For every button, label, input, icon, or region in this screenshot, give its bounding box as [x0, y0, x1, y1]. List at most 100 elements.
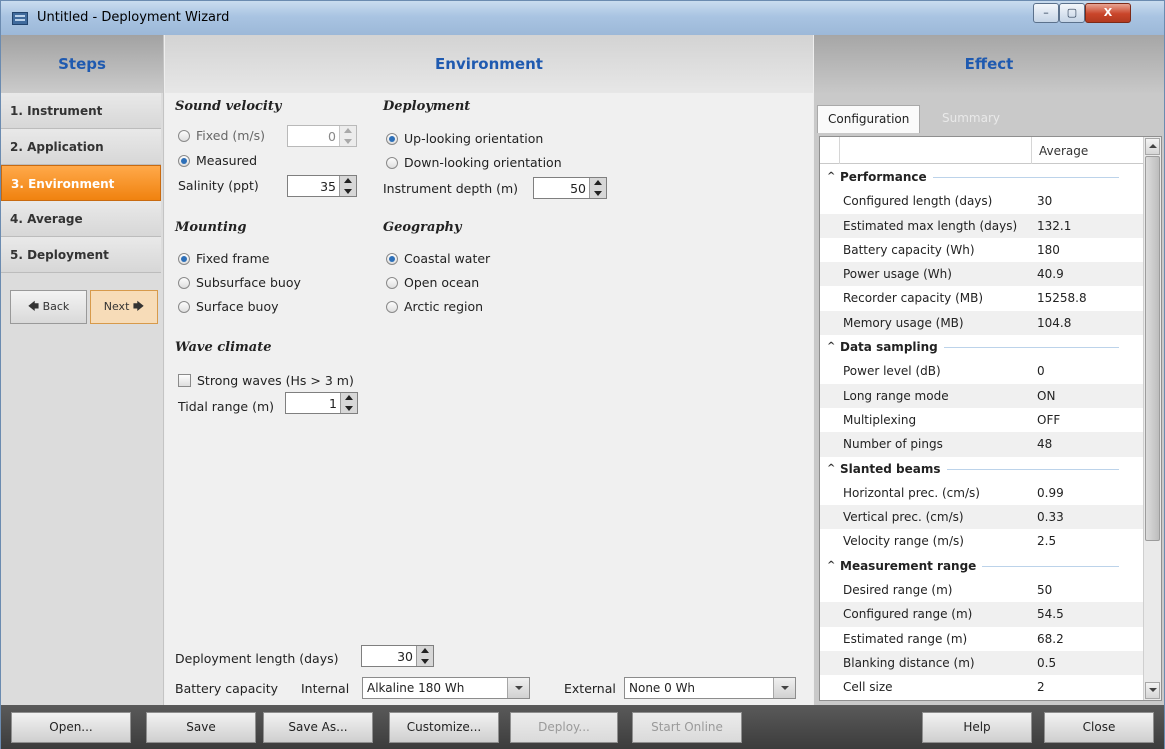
grid-row[interactable]: Estimated max length (days) 132.1: [820, 213, 1143, 238]
property-name: Multiplexing: [843, 412, 917, 427]
instrument-depth-value: 50: [570, 181, 586, 196]
grid-row[interactable]: Velocity range (m/s) 2.5: [820, 529, 1143, 553]
salinity-spinner[interactable]: 35: [287, 175, 357, 197]
property-name: Cell size: [843, 680, 893, 695]
grid-row[interactable]: Cell size 2: [820, 675, 1143, 699]
spinner-arrows-icon[interactable]: [340, 393, 357, 413]
group-header[interactable]: ^ Data sampling: [820, 335, 1143, 359]
geography-option-coastal-water[interactable]: Coastal water: [386, 251, 490, 266]
tidal-range-spinner[interactable]: 1: [285, 392, 358, 414]
chevron-down-icon[interactable]: [773, 678, 795, 698]
bottom-toolbar: Open... Save Save As... Customize... Dep…: [1, 705, 1164, 749]
save-as-button[interactable]: Save As...: [263, 712, 373, 743]
geography-heading: Geography: [383, 220, 462, 235]
deploy-button[interactable]: Deploy...: [510, 712, 618, 743]
grid-row[interactable]: Horizontal prec. (cm/s) 0.99: [820, 481, 1143, 505]
grid-row[interactable]: Vertical prec. (cm/s) 0.33: [820, 505, 1143, 530]
grid-row[interactable]: Desired range (m) 50: [820, 578, 1143, 602]
maximize-button[interactable]: ▢: [1059, 3, 1085, 23]
internal-battery-select[interactable]: Alkaline 180 Wh: [362, 677, 530, 699]
up-looking-radio[interactable]: Up-looking orientation: [386, 131, 543, 146]
deployment-length-label: Deployment length (days): [175, 651, 339, 666]
grid-rows: ^ Performance Configured length (days) 30 Es…: [820, 165, 1143, 700]
mounting-option-subsurface-buoy[interactable]: Subsurface buoy: [178, 275, 301, 290]
scroll-thumb[interactable]: [1145, 156, 1160, 541]
scroll-down-icon[interactable]: [1145, 682, 1160, 699]
customize-button[interactable]: Customize...: [389, 712, 499, 743]
grid-row[interactable]: Battery capacity (Wh) 180: [820, 238, 1143, 262]
mounting-option-surface-buoy[interactable]: Surface buoy: [178, 299, 279, 314]
group-name: Data sampling: [840, 340, 944, 355]
mounting-option-fixed-frame[interactable]: Fixed frame: [178, 251, 269, 266]
spinner-arrows-icon[interactable]: [339, 176, 356, 196]
property-name: Configured range (m): [843, 607, 973, 622]
grid-row[interactable]: Configured range (m) 54.5: [820, 602, 1143, 627]
fixed-velocity-spinner[interactable]: 0: [287, 125, 357, 147]
minimize-button[interactable]: –: [1033, 3, 1059, 23]
property-name: Estimated range (m): [843, 631, 968, 646]
group-header[interactable]: ^ Measurement range: [820, 554, 1143, 578]
grid-header: Average: [820, 137, 1143, 164]
chevron-down-icon[interactable]: [507, 678, 529, 698]
measured-velocity-radio[interactable]: Measured: [178, 153, 257, 168]
step-item[interactable]: 1. Instrument: [1, 93, 161, 129]
property-value: 48: [1037, 437, 1053, 452]
property-name: Power level (dB): [843, 364, 941, 379]
step-item[interactable]: 5. Deployment: [1, 237, 161, 273]
property-name: Blanking distance (m): [843, 655, 975, 670]
close-window-button[interactable]: X: [1085, 3, 1131, 23]
scroll-up-icon[interactable]: [1145, 138, 1160, 155]
next-button[interactable]: Next 🡆: [90, 290, 158, 324]
open-button[interactable]: Open...: [11, 712, 131, 743]
spinner-arrows-icon[interactable]: [416, 646, 433, 666]
property-value: 2: [1037, 680, 1045, 695]
grid-row[interactable]: Estimated range (m) 68.2: [820, 627, 1143, 651]
start-online-button[interactable]: Start Online: [632, 712, 742, 743]
back-button[interactable]: 🡄 Back: [10, 290, 87, 324]
tab-configuration[interactable]: Configuration: [817, 105, 921, 133]
group-name: Slanted beams: [840, 461, 947, 476]
fixed-velocity-radio[interactable]: Fixed (m/s): [178, 128, 265, 143]
grid-row[interactable]: Power usage (Wh) 40.9: [820, 262, 1143, 287]
help-button[interactable]: Help: [922, 712, 1032, 743]
property-value: 180: [1037, 242, 1060, 257]
checkbox-indicator: [178, 374, 191, 387]
chevron-up-icon[interactable]: ^: [827, 341, 835, 352]
property-value: 132.1: [1037, 218, 1072, 233]
geography-option-open-ocean[interactable]: Open ocean: [386, 275, 479, 290]
chevron-up-icon[interactable]: ^: [827, 463, 835, 474]
grid-row[interactable]: Number of pings 48: [820, 432, 1143, 457]
step-item[interactable]: 3. Environment: [1, 165, 161, 201]
average-column-header: Average: [1039, 144, 1089, 158]
grid-row[interactable]: Recorder capacity (MB) 15258.8: [820, 286, 1143, 310]
group-header[interactable]: ^ Slanted beams: [820, 457, 1143, 481]
tab-summary[interactable]: Summary: [932, 105, 1010, 133]
spinner-arrows-icon[interactable]: [339, 126, 356, 146]
save-button[interactable]: Save: [146, 712, 256, 743]
grid-row[interactable]: Configured length (days) 30: [820, 189, 1143, 213]
geography-option-arctic-region[interactable]: Arctic region: [386, 299, 483, 314]
spinner-arrows-icon[interactable]: [589, 178, 606, 198]
close-button[interactable]: Close: [1044, 712, 1154, 743]
grid-row[interactable]: Memory usage (MB) 104.8: [820, 310, 1143, 336]
strong-waves-checkbox[interactable]: Strong waves (Hs > 3 m): [178, 373, 354, 388]
external-battery-select[interactable]: None 0 Wh: [624, 677, 796, 699]
group-header[interactable]: ^ Performance: [820, 165, 1143, 189]
grid-row[interactable]: Power level (dB) 0: [820, 359, 1143, 383]
radio-indicator: [178, 301, 190, 313]
chevron-up-icon[interactable]: ^: [827, 171, 835, 182]
title-bar: Untitled - Deployment Wizard – ▢ X: [1, 1, 1164, 35]
step-item[interactable]: 2. Application: [1, 129, 161, 165]
instrument-depth-spinner[interactable]: 50: [533, 177, 607, 199]
grid-row[interactable]: Multiplexing OFF: [820, 408, 1143, 432]
deployment-length-spinner[interactable]: 30: [361, 645, 434, 667]
grid-row[interactable]: Blanking distance (m) 0.5: [820, 650, 1143, 676]
grid-row[interactable]: Long range mode ON: [820, 383, 1143, 408]
grid-scrollbar[interactable]: [1143, 137, 1161, 700]
step-item[interactable]: 4. Average: [1, 201, 161, 237]
chevron-up-icon[interactable]: ^: [827, 560, 835, 571]
down-looking-radio[interactable]: Down-looking orientation: [386, 155, 562, 170]
tidal-range-label: Tidal range (m): [178, 399, 275, 414]
radio-indicator: [386, 301, 398, 313]
column-divider: [1031, 137, 1032, 164]
